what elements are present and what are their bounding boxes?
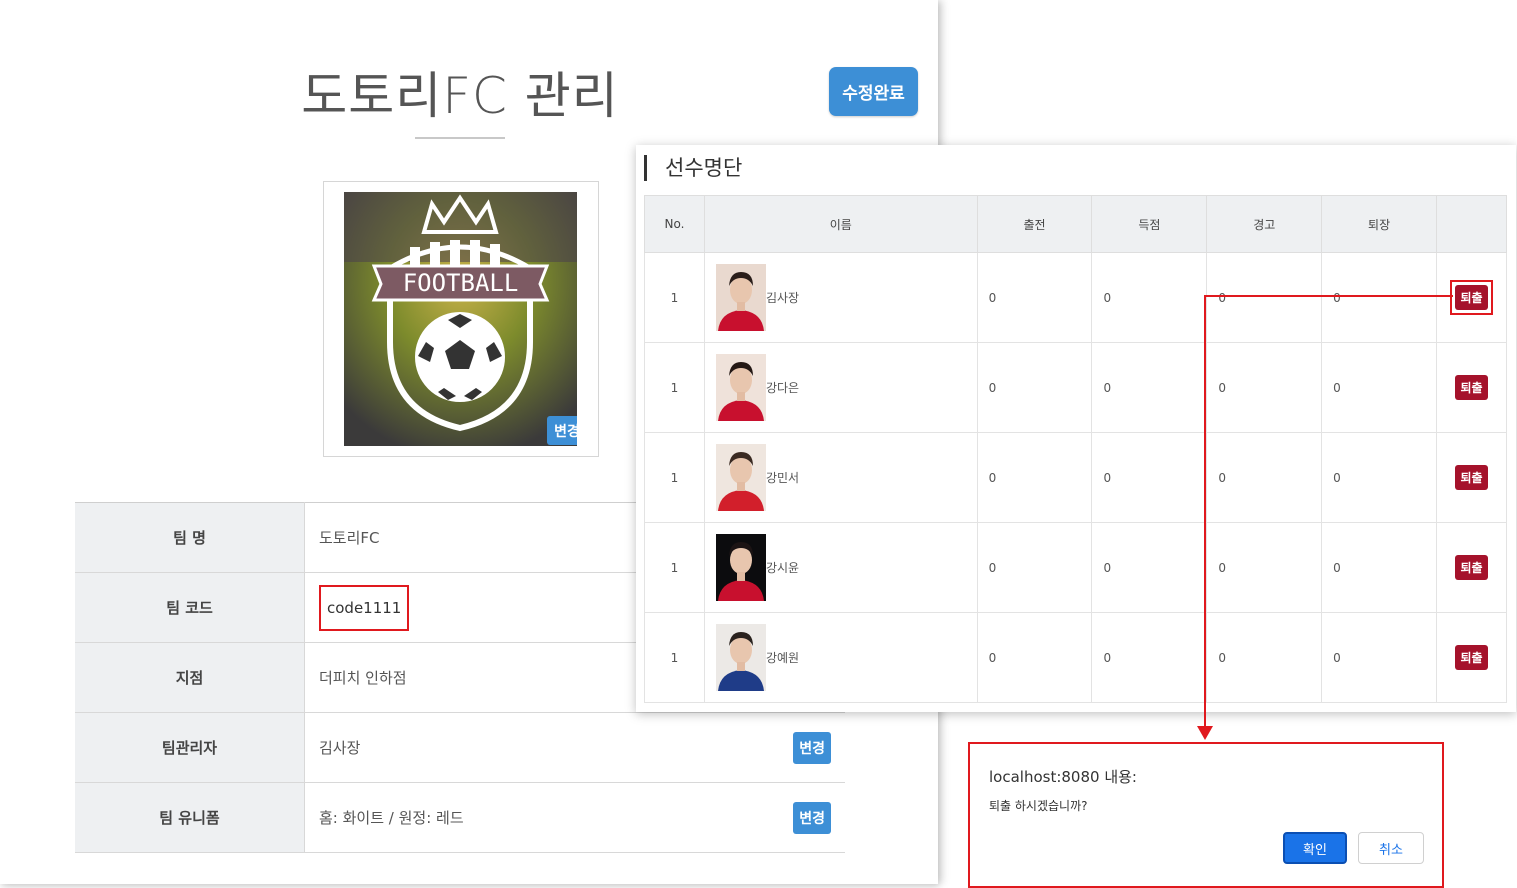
player-name: 강시윤 — [765, 561, 800, 575]
roster-header-row: No. 이름 출전 득점 경고 퇴장 — [644, 195, 1507, 253]
player-action-cell: 퇴출 — [1436, 612, 1507, 703]
player-apps: 0 — [976, 252, 1093, 343]
col-header-name: 이름 — [703, 195, 978, 253]
team-logo-frame: FOOTBALL 변경 — [323, 181, 599, 457]
kick-player-button[interactable]: 퇴출 — [1455, 555, 1488, 580]
save-complete-button[interactable]: 수정완료 — [829, 67, 918, 116]
info-value-cell: 김사장 변경 — [304, 712, 845, 783]
player-warnings: 0 — [1206, 612, 1323, 703]
dialog-title: localhost:8080 내용: — [989, 768, 1137, 786]
info-value-cell: 홈: 화이트 / 원정: 레드 변경 — [304, 782, 845, 853]
player-action-cell: 퇴출 — [1436, 342, 1507, 433]
annotation-arrow-line — [1205, 295, 1453, 297]
player-warnings: 0 — [1206, 342, 1323, 433]
player-no: 1 — [644, 252, 705, 343]
col-header-warnings: 경고 — [1206, 195, 1323, 253]
info-label: 팀 명 — [75, 502, 305, 573]
player-redcards: 0 — [1321, 612, 1437, 703]
player-name-cell: 강다은 — [703, 342, 978, 433]
info-label: 팀 유니폼 — [75, 782, 305, 853]
player-name-cell: 강민서 — [703, 432, 978, 523]
logo-text: FOOTBALL — [402, 269, 519, 297]
player-redcards: 0 — [1321, 522, 1437, 613]
roster-row: 1 강시윤 0 0 0 0 퇴출 — [644, 522, 1507, 613]
info-label: 팀 코드 — [75, 572, 305, 643]
player-redcards: 0 — [1321, 252, 1437, 343]
player-apps: 0 — [976, 612, 1093, 703]
change-manager-button[interactable]: 변경 — [793, 731, 831, 764]
player-name: 강민서 — [765, 471, 800, 485]
roster-table: No. 이름 출전 득점 경고 퇴장 1 김사장 0 0 0 0 퇴출 1 강다은 0 0 0 0 퇴출 1… — [644, 195, 1507, 703]
player-no: 1 — [644, 342, 705, 433]
player-goals: 0 — [1091, 252, 1208, 343]
dialog-ok-button[interactable]: 확인 — [1283, 832, 1347, 864]
player-action-cell: 퇴출 — [1436, 252, 1507, 343]
kick-player-button[interactable]: 퇴출 — [1455, 465, 1488, 490]
player-no: 1 — [644, 432, 705, 523]
player-avatar — [715, 534, 766, 601]
player-no: 1 — [644, 612, 705, 703]
player-no: 1 — [644, 522, 705, 613]
player-avatar — [715, 354, 766, 421]
title-divider — [415, 137, 505, 139]
dialog-message: 퇴출 하시겠습니까? — [989, 799, 1088, 813]
confirm-dialog: localhost:8080 내용: 퇴출 하시겠습니까? 확인 취소 — [968, 742, 1444, 888]
dialog-cancel-button[interactable]: 취소 — [1358, 832, 1424, 864]
info-row-manager: 팀관리자 김사장 변경 — [75, 712, 845, 783]
col-header-no: No. — [644, 195, 705, 253]
player-name: 김사장 — [765, 291, 800, 305]
manager-value: 김사장 — [319, 739, 361, 757]
roster-row: 1 강민서 0 0 0 0 퇴출 — [644, 432, 1507, 523]
team-logo-image: FOOTBALL 변경 — [344, 192, 577, 446]
player-apps: 0 — [976, 432, 1093, 523]
player-apps: 0 — [976, 522, 1093, 613]
player-warnings: 0 — [1206, 432, 1323, 523]
col-header-goals: 득점 — [1091, 195, 1208, 253]
player-action-cell: 퇴출 — [1436, 522, 1507, 613]
player-warnings: 0 — [1206, 252, 1323, 343]
roster-title: 선수명단 — [644, 155, 742, 181]
player-name: 강예원 — [765, 651, 800, 665]
player-avatar — [715, 444, 766, 511]
col-header-redcards: 퇴장 — [1321, 195, 1437, 253]
annotation-arrowhead-icon — [1197, 726, 1213, 740]
player-name-cell: 김사장 — [703, 252, 978, 343]
player-action-cell: 퇴출 — [1436, 432, 1507, 523]
player-goals: 0 — [1091, 612, 1208, 703]
col-header-action — [1436, 195, 1507, 253]
player-redcards: 0 — [1321, 432, 1437, 523]
roster-row: 1 강예원 0 0 0 0 퇴출 — [644, 612, 1507, 703]
info-label: 지점 — [75, 642, 305, 713]
team-code-value: code1111 — [319, 584, 410, 631]
player-goals: 0 — [1091, 522, 1208, 613]
player-goals: 0 — [1091, 342, 1208, 433]
player-name: 강다은 — [765, 381, 800, 395]
page-title: 도토리FC 관리 — [301, 67, 619, 125]
annotation-arrow-line — [1204, 295, 1206, 731]
change-logo-button[interactable]: 변경 — [547, 416, 577, 445]
player-apps: 0 — [976, 342, 1093, 433]
player-goals: 0 — [1091, 432, 1208, 523]
player-redcards: 0 — [1321, 342, 1437, 433]
change-uniform-button[interactable]: 변경 — [793, 801, 831, 834]
col-header-apps: 출전 — [976, 195, 1093, 253]
info-row-uniform: 팀 유니폼 홈: 화이트 / 원정: 레드 변경 — [75, 782, 845, 853]
kick-player-button[interactable]: 퇴출 — [1455, 285, 1488, 310]
kick-highlight: 퇴출 — [1450, 280, 1493, 315]
roster-row: 1 강다은 0 0 0 0 퇴출 — [644, 342, 1507, 433]
player-warnings: 0 — [1206, 522, 1323, 613]
player-name-cell: 강시윤 — [703, 522, 978, 613]
uniform-value: 홈: 화이트 / 원정: 레드 — [319, 809, 464, 827]
roster-row: 1 김사장 0 0 0 0 퇴출 — [644, 252, 1507, 343]
player-name-cell: 강예원 — [703, 612, 978, 703]
player-avatar — [715, 264, 766, 331]
player-avatar — [715, 624, 766, 691]
info-label: 팀관리자 — [75, 712, 305, 783]
kick-player-button[interactable]: 퇴출 — [1455, 645, 1488, 670]
roster-panel: 선수명단 No. 이름 출전 득점 경고 퇴장 1 김사장 0 0 0 0 퇴출 1 강다은 0 0… — [636, 145, 1516, 712]
kick-player-button[interactable]: 퇴출 — [1455, 375, 1488, 400]
